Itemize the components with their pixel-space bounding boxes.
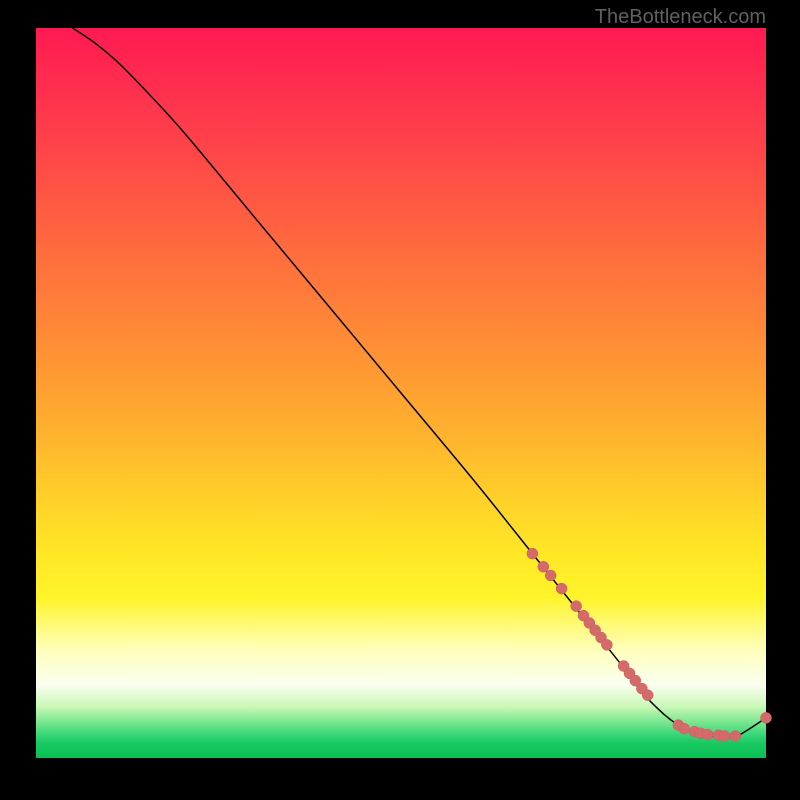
data-point: [556, 583, 567, 594]
plot-area: [36, 28, 766, 758]
data-point: [545, 570, 556, 581]
data-markers: [527, 548, 772, 742]
chart-container: TheBottleneck.com: [0, 0, 800, 800]
data-point: [527, 548, 538, 559]
data-point: [719, 731, 730, 742]
bottleneck-curve: [73, 28, 767, 737]
data-point: [702, 729, 713, 740]
chart-svg: [36, 28, 766, 758]
data-point: [601, 639, 612, 650]
data-point: [679, 723, 690, 734]
data-point: [761, 712, 772, 723]
data-point: [571, 601, 582, 612]
data-point: [642, 690, 653, 701]
attribution-text: TheBottleneck.com: [595, 6, 766, 29]
data-point: [538, 561, 549, 572]
data-point: [730, 731, 741, 742]
